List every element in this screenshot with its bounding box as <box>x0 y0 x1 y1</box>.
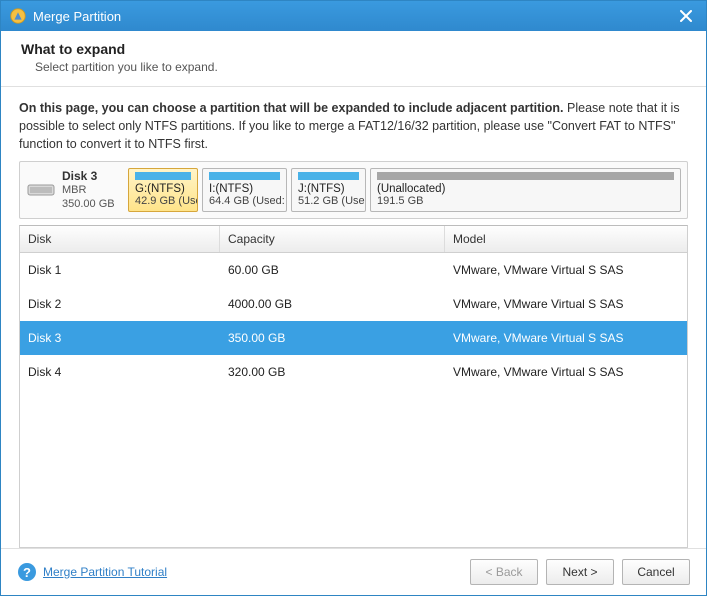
partition-block[interactable]: I:(NTFS)64.4 GB (Used: <box>202 168 287 212</box>
partition-bar <box>377 172 674 180</box>
disk-info: Disk 3 MBR 350.00 GB <box>26 168 122 212</box>
close-icon[interactable] <box>674 4 698 28</box>
titlebar: Merge Partition <box>1 1 706 31</box>
partition-size: 64.4 GB (Used: <box>209 195 280 207</box>
cell-capacity: 60.00 GB <box>220 253 445 287</box>
cell-capacity: 350.00 GB <box>220 321 445 355</box>
next-button[interactable]: Next > <box>546 559 614 585</box>
back-button[interactable]: < Back <box>470 559 538 585</box>
app-icon <box>9 7 27 25</box>
cell-capacity: 320.00 GB <box>220 355 445 389</box>
cell-model: VMware, VMware Virtual S SAS <box>445 253 687 287</box>
cancel-button[interactable]: Cancel <box>622 559 690 585</box>
disk-name: Disk 3 <box>62 169 115 184</box>
help-icon: ? <box>17 562 37 582</box>
cell-disk: Disk 1 <box>20 253 220 287</box>
help-link-container: ? Merge Partition Tutorial <box>17 562 167 582</box>
table-row[interactable]: Disk 160.00 GBVMware, VMware Virtual S S… <box>20 253 687 287</box>
table-body: Disk 160.00 GBVMware, VMware Virtual S S… <box>20 253 687 547</box>
table-row[interactable]: Disk 24000.00 GBVMware, VMware Virtual S… <box>20 287 687 321</box>
disk-size: 350.00 GB <box>62 198 115 212</box>
table-row[interactable]: Disk 4320.00 GBVMware, VMware Virtual S … <box>20 355 687 389</box>
partition-size: 42.9 GB (Used: <box>135 195 191 207</box>
page-subheading: Select partition you like to expand. <box>35 60 686 74</box>
wizard-header: What to expand Select partition you like… <box>1 31 706 87</box>
svg-text:?: ? <box>23 565 31 580</box>
col-header-capacity[interactable]: Capacity <box>220 226 445 252</box>
cell-disk: Disk 3 <box>20 321 220 355</box>
cell-model: VMware, VMware Virtual S SAS <box>445 355 687 389</box>
table-header: Disk Capacity Model <box>20 226 687 253</box>
disk-table: Disk Capacity Model Disk 160.00 GBVMware… <box>19 225 688 548</box>
dialog-window: Merge Partition What to expand Select pa… <box>0 0 707 596</box>
button-bar: < Back Next > Cancel <box>470 559 690 585</box>
disk-scheme: MBR <box>62 184 115 198</box>
page-heading: What to expand <box>21 41 686 57</box>
partition-block[interactable]: (Unallocated)191.5 GB <box>370 168 681 212</box>
partition-label: J:(NTFS) <box>298 183 359 195</box>
partition-size: 191.5 GB <box>377 195 674 207</box>
cell-disk: Disk 2 <box>20 287 220 321</box>
partition-label: I:(NTFS) <box>209 183 280 195</box>
partition-map: Disk 3 MBR 350.00 GB G:(NTFS)42.9 GB (Us… <box>19 161 688 219</box>
disk-meta: Disk 3 MBR 350.00 GB <box>62 169 115 212</box>
partition-bar <box>135 172 191 180</box>
tutorial-link[interactable]: Merge Partition Tutorial <box>43 565 167 579</box>
partition-size: 51.2 GB (Used: <box>298 195 359 207</box>
cell-model: VMware, VMware Virtual S SAS <box>445 321 687 355</box>
partition-label: G:(NTFS) <box>135 183 191 195</box>
col-header-model[interactable]: Model <box>445 226 687 252</box>
intro-text: On this page, you can choose a partition… <box>19 99 688 153</box>
cell-capacity: 4000.00 GB <box>220 287 445 321</box>
content-area: On this page, you can choose a partition… <box>1 87 706 548</box>
partition-bar <box>298 172 359 180</box>
partition-block[interactable]: J:(NTFS)51.2 GB (Used: <box>291 168 366 212</box>
partition-block[interactable]: G:(NTFS)42.9 GB (Used: <box>128 168 198 212</box>
partition-label: (Unallocated) <box>377 183 674 195</box>
window-title: Merge Partition <box>33 9 674 24</box>
col-header-disk[interactable]: Disk <box>20 226 220 252</box>
cell-model: VMware, VMware Virtual S SAS <box>445 287 687 321</box>
partition-bar <box>209 172 280 180</box>
table-row[interactable]: Disk 3350.00 GBVMware, VMware Virtual S … <box>20 321 687 355</box>
cell-disk: Disk 4 <box>20 355 220 389</box>
disk-icon <box>26 179 56 201</box>
intro-bold: On this page, you can choose a partition… <box>19 101 564 115</box>
footer: ? Merge Partition Tutorial < Back Next >… <box>1 548 706 595</box>
partitions-container: G:(NTFS)42.9 GB (Used:I:(NTFS)64.4 GB (U… <box>128 168 681 212</box>
